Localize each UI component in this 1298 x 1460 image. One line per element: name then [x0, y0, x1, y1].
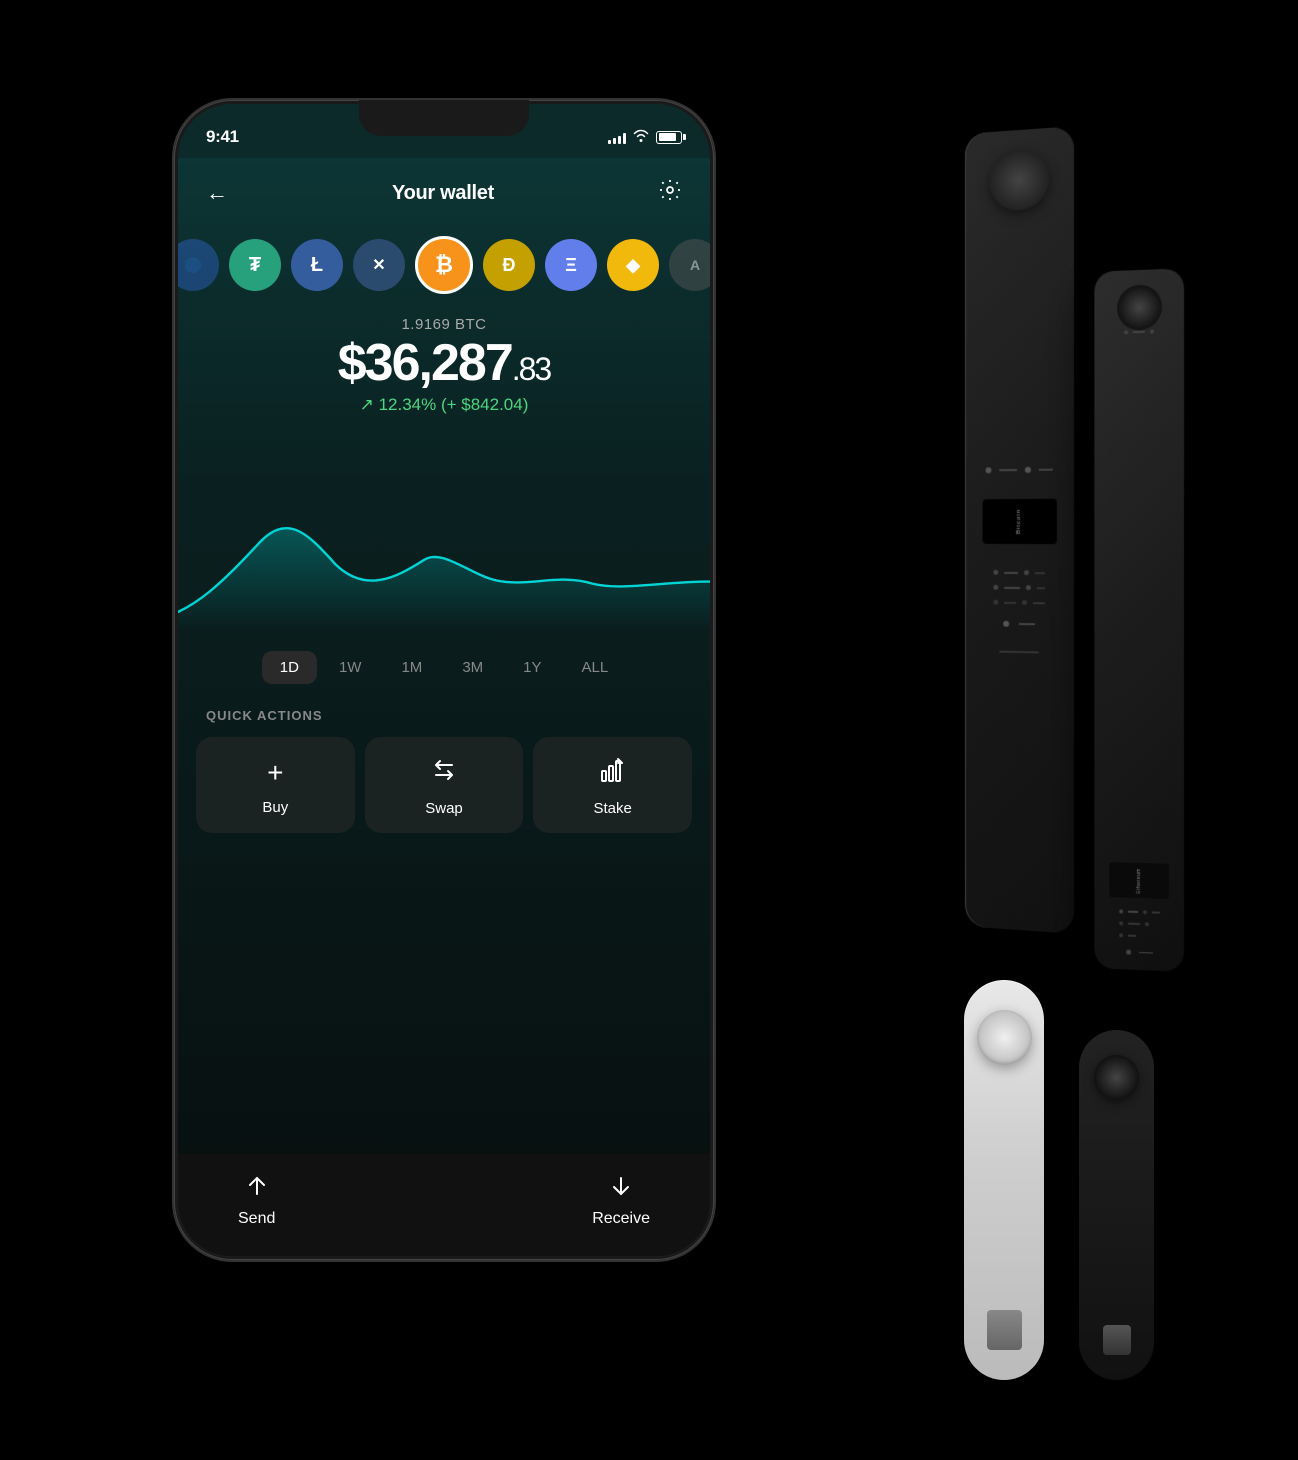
- ledger-nano-x-black: [1079, 1030, 1154, 1380]
- stake-icon: [600, 757, 626, 790]
- send-label: Send: [238, 1210, 275, 1228]
- coin-amount: 1.9169 BTC: [198, 316, 690, 333]
- hw3-button: [977, 1010, 1032, 1065]
- send-icon: [245, 1174, 269, 1204]
- phone: 9:41: [174, 100, 714, 1260]
- wallet-title: Your wallet: [392, 182, 494, 205]
- buy-button[interactable]: + Buy: [196, 737, 355, 833]
- filter-all[interactable]: ALL: [564, 651, 627, 684]
- coin-btc[interactable]: ₿: [415, 236, 473, 294]
- swap-button[interactable]: Swap: [365, 737, 524, 833]
- filter-3m[interactable]: 3M: [444, 651, 501, 684]
- quick-actions-label: QUICK ACTIONS: [178, 708, 710, 737]
- send-button[interactable]: Send: [238, 1174, 275, 1228]
- hw2-screen: Ethereum: [1109, 862, 1169, 899]
- receive-label: Receive: [592, 1210, 650, 1228]
- coin-bnb[interactable]: ◆: [607, 239, 659, 291]
- phone-screen: 9:41: [178, 104, 710, 1256]
- settings-button[interactable]: [658, 178, 682, 208]
- app-screen: ← Your wallet ₮: [178, 158, 710, 1256]
- app-header: ← Your wallet: [178, 158, 710, 218]
- wifi-icon: [632, 128, 650, 146]
- balance-dollars: $36,287: [338, 334, 512, 392]
- hw4-button: [1094, 1055, 1139, 1100]
- signal-icon: [608, 130, 626, 144]
- coin-doge[interactable]: Ð: [483, 239, 535, 291]
- filter-1w[interactable]: 1W: [321, 651, 380, 684]
- receive-icon: [609, 1174, 633, 1204]
- battery-fill: [659, 133, 677, 141]
- coin-xrp[interactable]: ✕: [353, 239, 405, 291]
- balance-change: ↗ 12.34% (+ $842.04): [198, 395, 690, 415]
- receive-button[interactable]: Receive: [592, 1174, 650, 1228]
- quick-actions-row: + Buy Swap: [178, 737, 710, 853]
- hardware-wallet-1: Bitcoin: [965, 126, 1074, 934]
- hw2-screen-text: Ethereum: [1136, 868, 1142, 894]
- hw3-connector: [987, 1310, 1022, 1350]
- filter-1d[interactable]: 1D: [262, 651, 317, 684]
- swap-label: Swap: [425, 800, 463, 817]
- swap-icon: [431, 757, 457, 790]
- status-time: 9:41: [206, 127, 239, 147]
- chart-svg: [178, 441, 710, 631]
- balance-cents: .83: [512, 351, 550, 387]
- balance-section: 1.9169 BTC $36,287.83 ↗ 12.34% (+ $842.0…: [178, 308, 710, 431]
- ledger-nano-s-white: [964, 980, 1044, 1380]
- stake-button[interactable]: Stake: [533, 737, 692, 833]
- scene: 9:41: [124, 50, 1174, 1410]
- battery-icon: [656, 131, 682, 144]
- notch: [359, 100, 529, 136]
- hardware-wallet-2: Ethereum: [1094, 268, 1184, 971]
- balance-amount: $36,287.83: [198, 337, 690, 389]
- coin-partial-right[interactable]: A: [669, 239, 710, 291]
- buy-label: Buy: [262, 799, 288, 816]
- bottom-bar: Send Receive: [178, 1154, 710, 1256]
- hw4-connector: [1103, 1325, 1131, 1355]
- crypto-row: ₮ Ł ✕ ₿ Ð Ξ: [178, 218, 710, 308]
- status-icons: [608, 128, 682, 146]
- back-button[interactable]: ←: [206, 180, 228, 206]
- time-filters: 1D 1W 1M 3M 1Y ALL: [178, 631, 710, 708]
- hw1-screen-text: Bitcoin: [1016, 509, 1022, 534]
- filter-1y[interactable]: 1Y: [505, 651, 559, 684]
- coin-ltc[interactable]: Ł: [291, 239, 343, 291]
- stake-label: Stake: [594, 800, 632, 817]
- coin-usdt[interactable]: ₮: [229, 239, 281, 291]
- coin-eth[interactable]: Ξ: [545, 239, 597, 291]
- price-chart: [178, 431, 710, 631]
- filter-1m[interactable]: 1M: [383, 651, 440, 684]
- buy-icon: +: [267, 757, 283, 789]
- hw1-screen: Bitcoin: [982, 499, 1056, 544]
- hw1-button: [989, 148, 1048, 212]
- coin-partial-left[interactable]: [178, 239, 219, 291]
